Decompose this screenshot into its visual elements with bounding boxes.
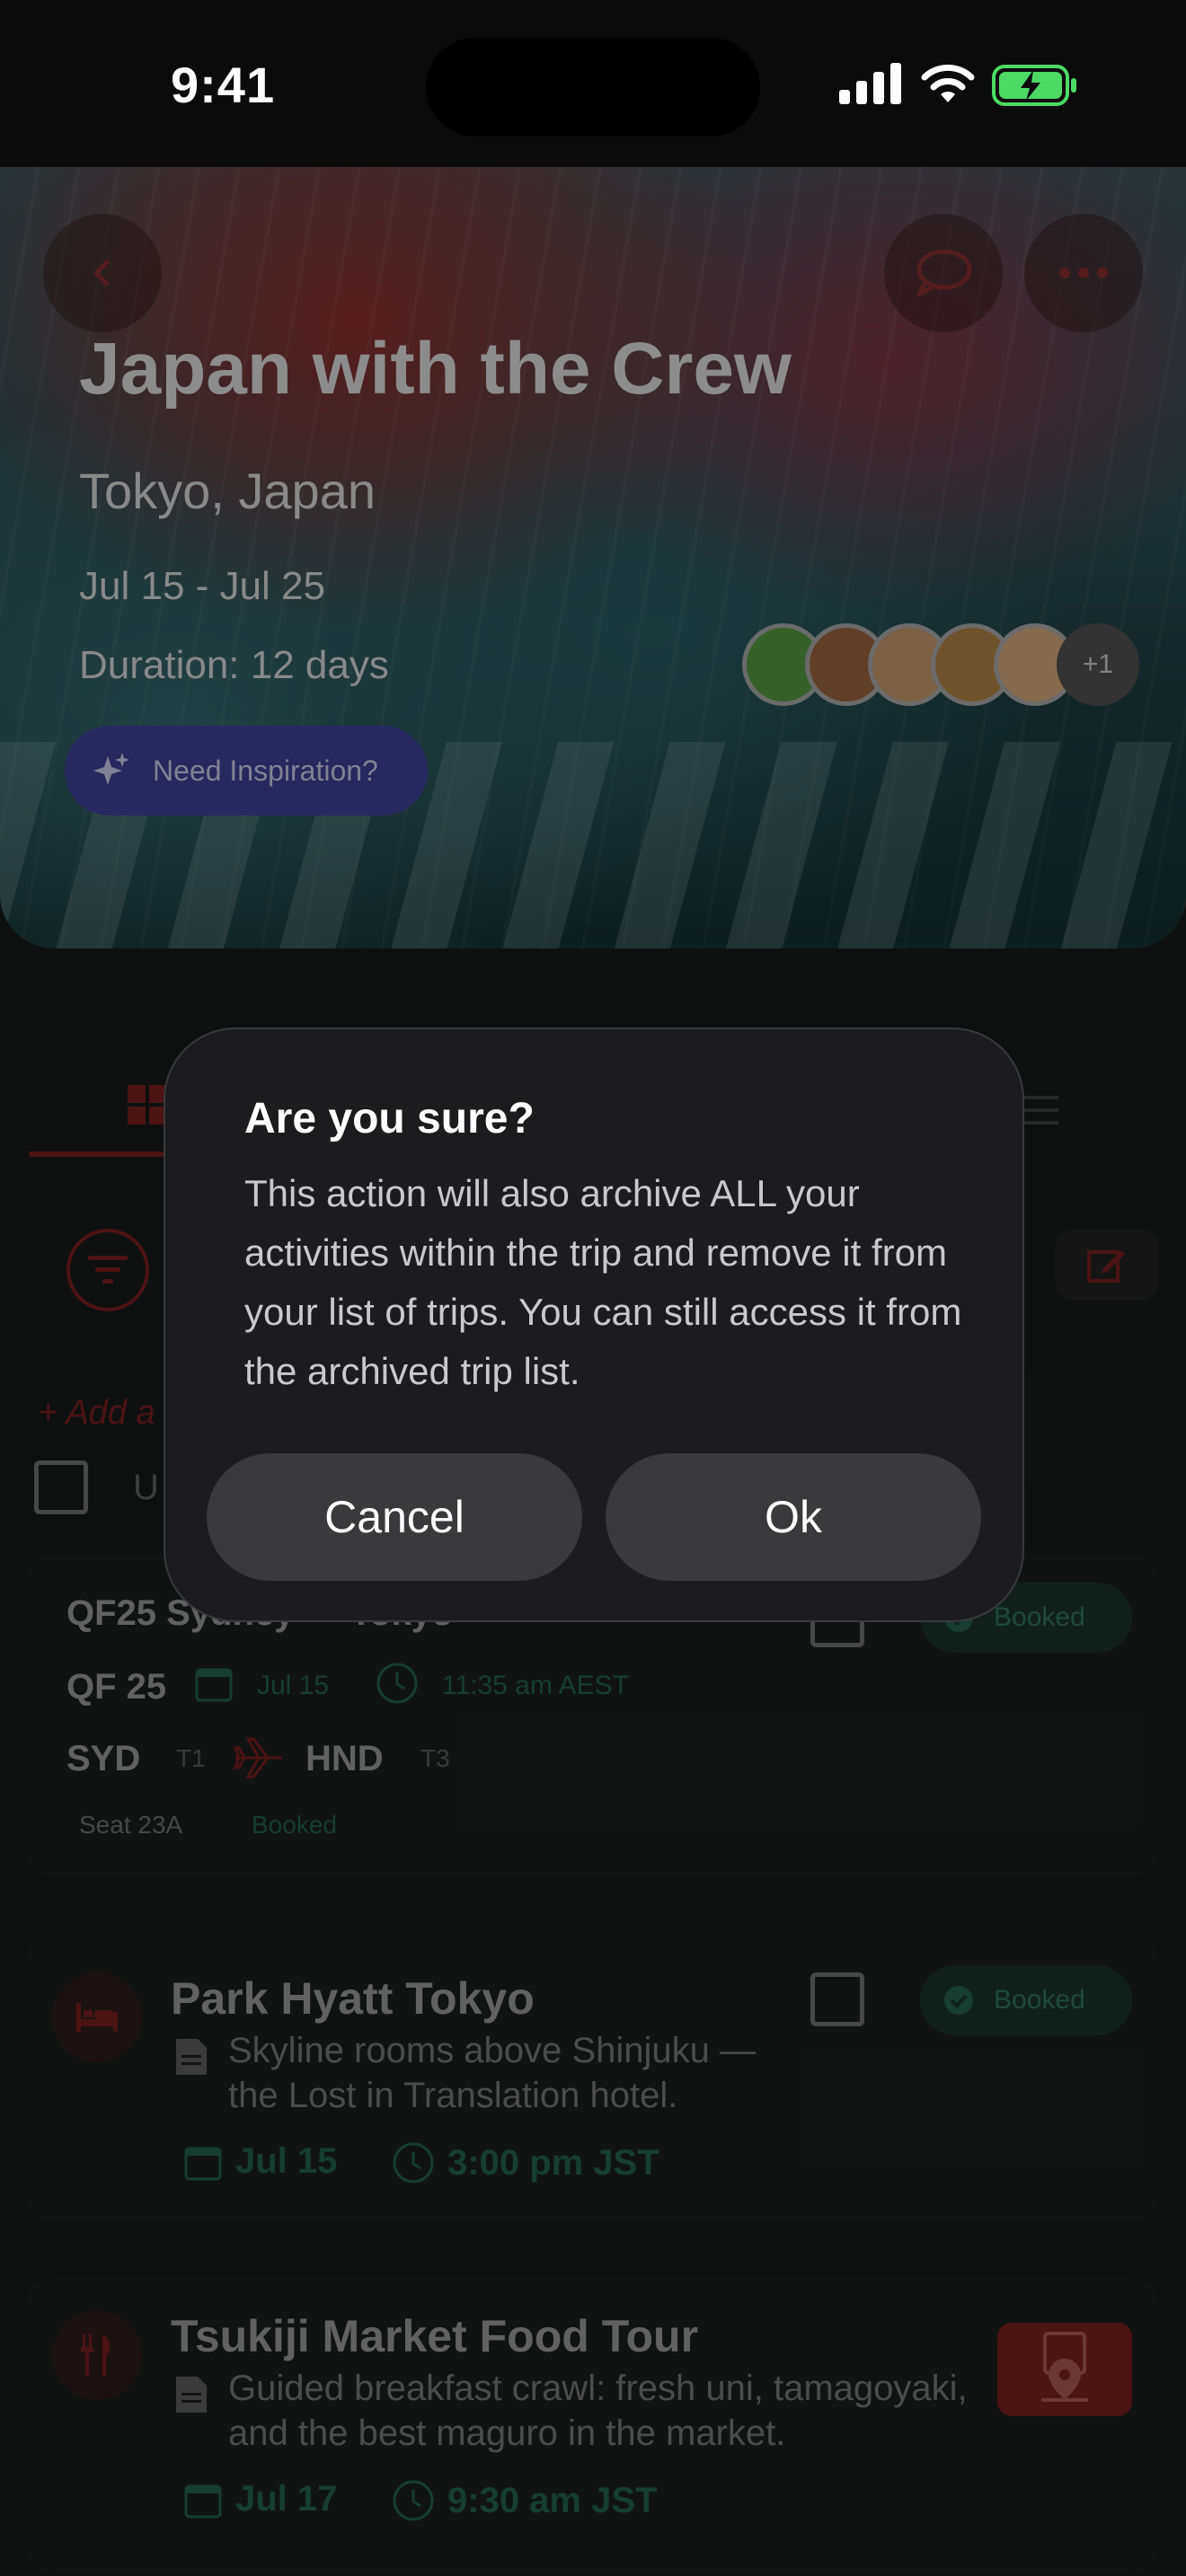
dynamic-island — [426, 38, 760, 137]
screen: 9:41 Japan with the Crew Tokyo, Japan Ju… — [0, 0, 1186, 2576]
ok-button[interactable]: Ok — [606, 1453, 981, 1581]
wifi-icon — [921, 64, 975, 102]
cancel-button[interactable]: Cancel — [207, 1453, 582, 1581]
archive-confirm-dialog: Are you sure? This action will also arch… — [164, 1028, 1024, 1622]
status-time: 9:41 — [171, 57, 276, 113]
dialog-title: Are you sure? — [244, 1095, 535, 1142]
cellular-signal-icon — [839, 63, 901, 104]
status-bar: 9:41 — [0, 0, 1186, 167]
dialog-message: This action will also archive ALL your a… — [244, 1172, 962, 1392]
battery-charging-icon — [992, 65, 1076, 106]
